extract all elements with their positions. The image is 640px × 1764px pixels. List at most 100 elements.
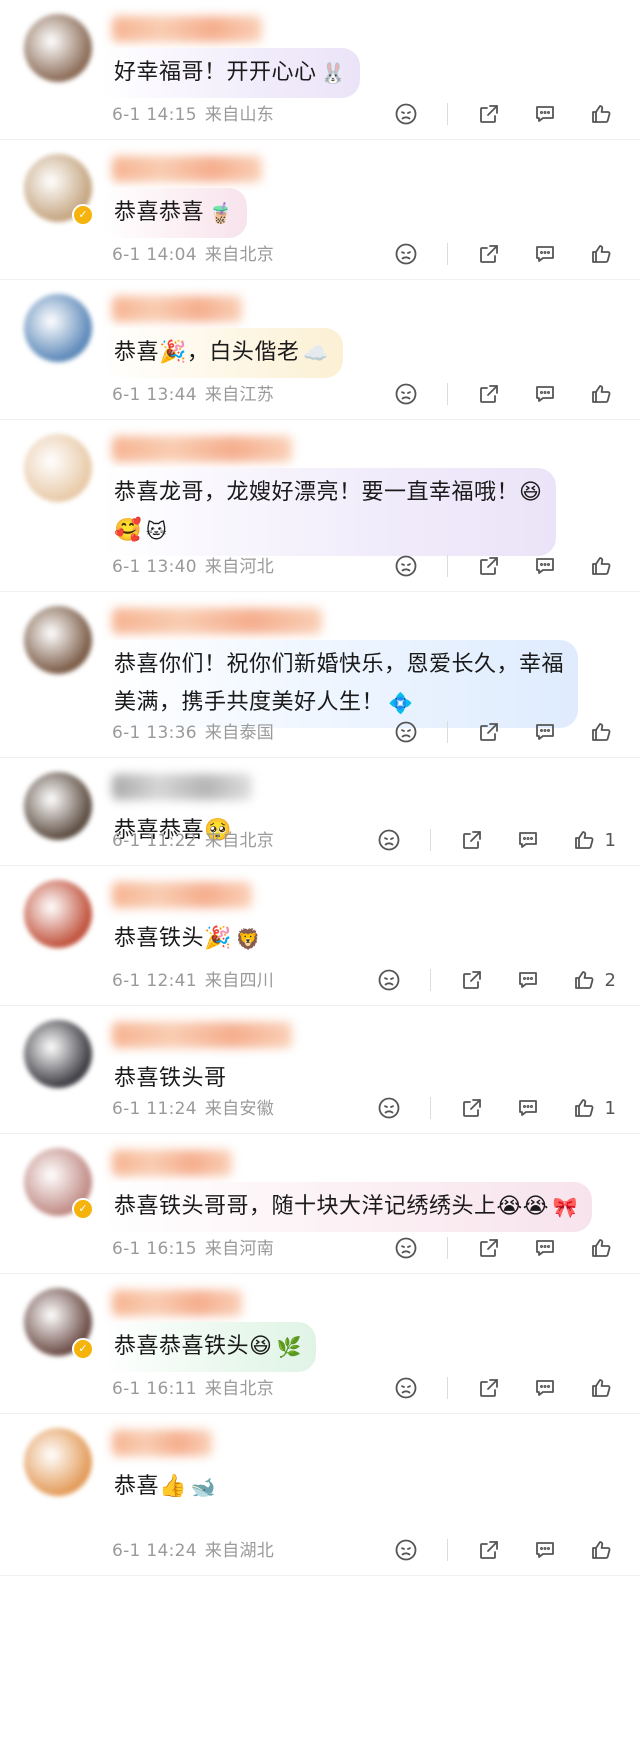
comment-meta: 6-1 11:22 来自北京 <box>112 826 282 851</box>
dislike-icon[interactable] <box>391 379 421 409</box>
like-icon[interactable] <box>569 825 599 855</box>
divider <box>447 1539 448 1561</box>
username-blurred[interactable] <box>112 1150 232 1176</box>
share-icon[interactable] <box>457 965 487 995</box>
avatar[interactable] <box>24 606 92 674</box>
username-blurred[interactable] <box>112 296 242 322</box>
like-count: 2 <box>604 969 616 991</box>
comment-location: 来自江苏 <box>204 385 275 405</box>
verified-badge-icon: ✓ <box>72 1198 94 1220</box>
verified-badge-icon: ✓ <box>72 1338 94 1360</box>
username-blurred[interactable] <box>112 774 252 800</box>
reply-icon[interactable] <box>530 239 560 269</box>
like-icon[interactable] <box>586 379 616 409</box>
like-icon[interactable] <box>586 1535 616 1565</box>
comment-location: 来自北京 <box>204 831 275 851</box>
divider <box>447 243 448 265</box>
like-icon[interactable] <box>569 1093 599 1123</box>
username-blurred[interactable] <box>112 156 262 182</box>
comment-item: 恭喜你们！祝你们新婚快乐，恩爱长久，幸福 美满，携手共度美好人生！ 💠 6-1 13:… <box>0 592 640 758</box>
reply-icon[interactable] <box>513 825 543 855</box>
dislike-icon[interactable] <box>391 551 421 581</box>
share-icon[interactable] <box>474 1535 504 1565</box>
like-count: 1 <box>604 829 616 851</box>
share-icon[interactable] <box>474 1233 504 1263</box>
reply-icon[interactable] <box>530 1233 560 1263</box>
share-icon[interactable] <box>474 99 504 129</box>
username-blurred[interactable] <box>112 1430 212 1456</box>
like-icon[interactable] <box>586 551 616 581</box>
dislike-icon[interactable] <box>391 239 421 269</box>
dislike-icon[interactable] <box>374 825 404 855</box>
avatar[interactable] <box>24 880 92 948</box>
reply-icon[interactable] <box>530 99 560 129</box>
comment-text: 好幸福哥！开开心心 🐰 <box>114 54 346 92</box>
dislike-icon[interactable] <box>374 965 404 995</box>
comment-actions <box>391 551 616 581</box>
username-blurred[interactable] <box>112 608 322 634</box>
reply-icon[interactable] <box>530 1373 560 1403</box>
comment-body: 恭喜🎉，白头偕老 ☁️ <box>102 328 622 378</box>
reply-icon[interactable] <box>530 551 560 581</box>
share-icon[interactable] <box>457 825 487 855</box>
like-icon[interactable] <box>586 717 616 747</box>
comment-text: 恭喜铁头哥哥，随十块大洋记绣绣头上😭😭 🎀 <box>114 1188 578 1226</box>
comment-meta: 6-1 13:44 来自江苏 <box>112 380 282 405</box>
comment-timestamp: 6-1 16:15 <box>112 1239 197 1259</box>
dislike-icon[interactable] <box>391 717 421 747</box>
avatar[interactable] <box>24 294 92 362</box>
like-count: 1 <box>604 1097 616 1119</box>
share-icon[interactable] <box>474 239 504 269</box>
like-icon[interactable] <box>586 99 616 129</box>
like-icon[interactable] <box>586 1373 616 1403</box>
divider <box>447 1237 448 1259</box>
avatar[interactable] <box>24 772 92 840</box>
share-icon[interactable] <box>474 379 504 409</box>
comment-timestamp: 6-1 13:40 <box>112 557 197 577</box>
bubble-decoration-icon: 🧋 <box>208 201 234 225</box>
share-icon[interactable] <box>474 551 504 581</box>
reply-icon[interactable] <box>530 717 560 747</box>
avatar[interactable] <box>24 1428 92 1496</box>
comment-actions: 1 <box>374 1093 616 1123</box>
reply-icon[interactable] <box>530 379 560 409</box>
username-blurred[interactable] <box>112 436 292 462</box>
dislike-icon[interactable] <box>374 1093 404 1123</box>
comment-location: 来自河北 <box>204 557 275 577</box>
reply-icon[interactable] <box>513 965 543 995</box>
comment-body: 好幸福哥！开开心心 🐰 <box>102 48 622 98</box>
share-icon[interactable] <box>474 1373 504 1403</box>
avatar[interactable] <box>24 1020 92 1088</box>
comment-location: 来自泰国 <box>204 723 275 743</box>
comment-location: 来自山东 <box>204 105 275 125</box>
dislike-icon[interactable] <box>391 1233 421 1263</box>
share-icon[interactable] <box>474 717 504 747</box>
dislike-icon[interactable] <box>391 99 421 129</box>
reply-icon[interactable] <box>530 1535 560 1565</box>
comment-timestamp: 6-1 14:24 <box>112 1541 197 1561</box>
like-icon[interactable] <box>569 965 599 995</box>
divider <box>429 1097 431 1119</box>
comment-location: 来自北京 <box>204 245 275 265</box>
avatar[interactable] <box>24 14 92 82</box>
dislike-icon[interactable] <box>391 1535 421 1565</box>
comment-actions <box>391 379 616 409</box>
like-icon[interactable] <box>586 239 616 269</box>
comment-item: 恭喜恭喜🥺 6-1 11:22 来自北京 1 <box>0 758 640 866</box>
comment-bubble: 好幸福哥！开开心心 🐰 <box>102 48 360 98</box>
comment-text: 恭喜铁头哥 <box>114 1066 227 1091</box>
bubble-decoration-icon: 🌿 <box>276 1335 302 1359</box>
dislike-icon[interactable] <box>391 1373 421 1403</box>
username-blurred[interactable] <box>112 1022 292 1048</box>
share-icon[interactable] <box>457 1093 487 1123</box>
comment-bubble: 恭喜龙哥，龙嫂好漂亮！要一直幸福哦！😆 🥰 🐱 <box>102 468 557 556</box>
avatar[interactable] <box>24 434 92 502</box>
comment-feed: 好幸福哥！开开心心 🐰 6-1 14:15 来自山东 ✓ 恭喜恭喜 🧋 6-1 14:04 来自… <box>0 0 640 1576</box>
comment-actions <box>391 1233 616 1263</box>
like-icon[interactable] <box>586 1233 616 1263</box>
username-blurred[interactable] <box>112 16 262 42</box>
reply-icon[interactable] <box>513 1093 543 1123</box>
comment-timestamp: 6-1 11:24 <box>112 1099 197 1119</box>
username-blurred[interactable] <box>112 882 252 908</box>
username-blurred[interactable] <box>112 1290 242 1316</box>
